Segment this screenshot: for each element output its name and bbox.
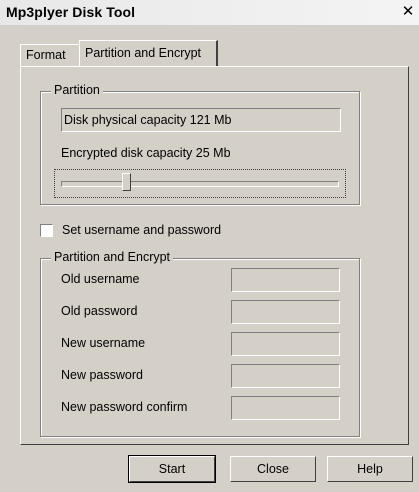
close-button[interactable]: Close xyxy=(230,456,316,482)
old-username-field[interactable] xyxy=(231,268,340,292)
new-password-confirm-label: New password confirm xyxy=(61,400,188,414)
title-bar: Mp3plyer Disk Tool ✕ xyxy=(0,0,419,26)
window-title: Mp3plyer Disk Tool xyxy=(6,4,136,20)
tab-format[interactable]: Format xyxy=(20,44,85,66)
start-button[interactable]: Start xyxy=(128,455,216,483)
old-password-field[interactable] xyxy=(231,300,340,324)
new-password-confirm-field[interactable] xyxy=(231,396,340,420)
physical-capacity-display: Disk physical capacity 121 Mb xyxy=(61,108,341,132)
new-password-field[interactable] xyxy=(231,364,340,388)
capacity-slider[interactable] xyxy=(54,169,346,198)
slider-thumb[interactable] xyxy=(122,173,132,191)
old-password-label: Old password xyxy=(61,304,138,318)
help-button[interactable]: Help xyxy=(327,456,413,482)
close-icon[interactable]: ✕ xyxy=(401,4,415,20)
new-username-label: New username xyxy=(61,336,146,350)
set-credentials-checkbox[interactable] xyxy=(40,224,53,237)
set-credentials-label[interactable]: Set username and password xyxy=(62,223,221,237)
slider-track xyxy=(61,181,339,187)
partition-legend: Partition xyxy=(51,83,103,97)
encrypt-legend: Partition and Encrypt xyxy=(51,250,174,264)
new-password-label: New password xyxy=(61,368,143,382)
old-username-label: Old username xyxy=(61,272,140,286)
new-username-field[interactable] xyxy=(231,332,340,356)
encrypted-capacity-label: Encrypted disk capacity 25 Mb xyxy=(61,146,231,160)
tab-partition-and-encrypt[interactable]: Partition and Encrypt xyxy=(79,40,218,66)
